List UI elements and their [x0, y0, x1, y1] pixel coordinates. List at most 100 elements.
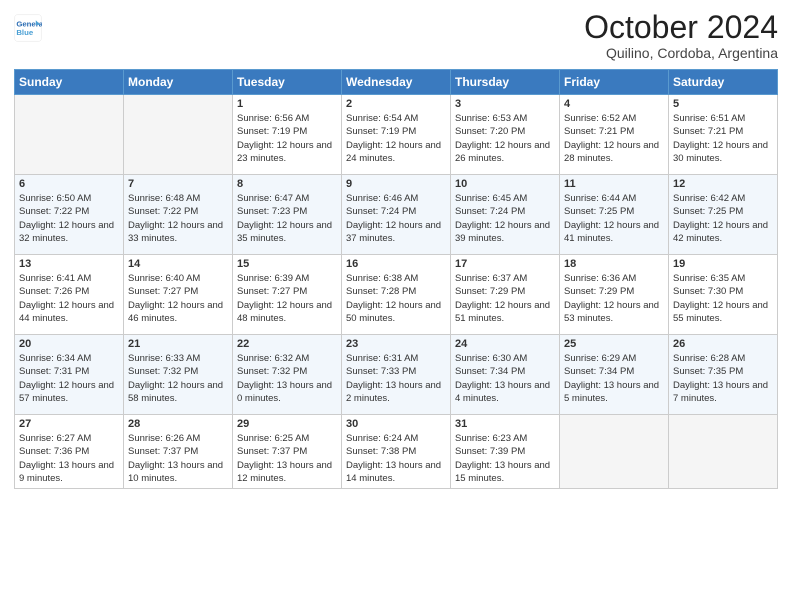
day-info: Sunrise: 6:51 AM Sunset: 7:21 PM Dayligh… — [673, 112, 773, 165]
calendar-header-row: SundayMondayTuesdayWednesdayThursdayFrid… — [15, 70, 778, 95]
day-number: 15 — [237, 258, 337, 270]
calendar-cell: 24 Sunrise: 6:30 AM Sunset: 7:34 PM Dayli… — [451, 335, 560, 415]
day-info: Sunrise: 6:35 AM Sunset: 7:30 PM Dayligh… — [673, 272, 773, 325]
day-number: 24 — [455, 338, 555, 350]
day-number: 30 — [346, 418, 446, 430]
day-number: 10 — [455, 178, 555, 190]
calendar-cell: 18Sunrise: 6:36 AM Sunset: 7:29 PM Dayli… — [560, 255, 669, 335]
day-number: 3 — [455, 98, 555, 110]
calendar-week-row: 6 Sunrise: 6:50 AM Sunset: 7:22 PM Daylig… — [15, 175, 778, 255]
day-info: Sunrise: 6:32 AM Sunset: 7:32 PM Dayligh… — [237, 352, 337, 405]
day-number: 27 — [19, 418, 119, 430]
calendar-cell: 27 Sunrise: 6:27 AM Sunset: 7:36 PM Dayli… — [15, 415, 124, 489]
day-info: Sunrise: 6:31 AM Sunset: 7:33 PM Dayligh… — [346, 352, 446, 405]
day-info: Sunrise: 6:40 AM Sunset: 7:27 PM Dayligh… — [128, 272, 228, 325]
day-info: Sunrise: 6:42 AM Sunset: 7:25 PM Dayligh… — [673, 192, 773, 245]
day-number: 16 — [346, 258, 446, 270]
calendar-cell: 6 Sunrise: 6:50 AM Sunset: 7:22 PM Daylig… — [15, 175, 124, 255]
day-info: Sunrise: 6:46 AM Sunset: 7:24 PM Dayligh… — [346, 192, 446, 245]
title-block: October 2024 Quilino, Cordoba, Argentina — [584, 10, 778, 61]
calendar-cell: 17 Sunrise: 6:37 AM Sunset: 7:29 PM Dayli… — [451, 255, 560, 335]
day-number: 14 — [128, 258, 228, 270]
day-info: Sunrise: 6:28 AM Sunset: 7:35 PM Dayligh… — [673, 352, 773, 405]
day-info: Sunrise: 6:26 AM Sunset: 7:37 PM Dayligh… — [128, 432, 228, 485]
calendar-cell: 20 Sunrise: 6:34 AM Sunset: 7:31 PM Dayli… — [15, 335, 124, 415]
day-info: Sunrise: 6:29 AM Sunset: 7:34 PM Dayligh… — [564, 352, 664, 405]
day-info: Sunrise: 6:44 AM Sunset: 7:25 PM Dayligh… — [564, 192, 664, 245]
day-info: Sunrise: 6:25 AM Sunset: 7:37 PM Dayligh… — [237, 432, 337, 485]
subtitle: Quilino, Cordoba, Argentina — [584, 45, 778, 61]
calendar-cell: 16Sunrise: 6:38 AM Sunset: 7:28 PM Dayli… — [342, 255, 451, 335]
calendar-week-row: 1 Sunrise: 6:56 AM Sunset: 7:19 PM Daylig… — [15, 95, 778, 175]
calendar-cell — [124, 95, 233, 175]
calendar-cell: 14 Sunrise: 6:40 AM Sunset: 7:27 PM Dayli… — [124, 255, 233, 335]
day-info: Sunrise: 6:37 AM Sunset: 7:29 PM Dayligh… — [455, 272, 555, 325]
day-info: Sunrise: 6:34 AM Sunset: 7:31 PM Dayligh… — [19, 352, 119, 405]
calendar-cell: 3Sunrise: 6:53 AM Sunset: 7:20 PM Daylig… — [451, 95, 560, 175]
calendar-cell: 23Sunrise: 6:31 AM Sunset: 7:33 PM Dayli… — [342, 335, 451, 415]
day-number: 9 — [346, 178, 446, 190]
page: General Blue October 2024 Quilino, Cordo… — [0, 0, 792, 612]
day-info: Sunrise: 6:56 AM Sunset: 7:19 PM Dayligh… — [237, 112, 337, 165]
calendar-table: SundayMondayTuesdayWednesdayThursdayFrid… — [14, 69, 778, 489]
calendar-cell: 13 Sunrise: 6:41 AM Sunset: 7:26 PM Dayli… — [15, 255, 124, 335]
day-number: 2 — [346, 98, 446, 110]
day-info: Sunrise: 6:41 AM Sunset: 7:26 PM Dayligh… — [19, 272, 119, 325]
weekday-header: Saturday — [669, 70, 778, 95]
day-number: 17 — [455, 258, 555, 270]
calendar-cell: 28Sunrise: 6:26 AM Sunset: 7:37 PM Dayli… — [124, 415, 233, 489]
calendar-cell: 15 Sunrise: 6:39 AM Sunset: 7:27 PM Dayli… — [233, 255, 342, 335]
calendar-cell: 1 Sunrise: 6:56 AM Sunset: 7:19 PM Daylig… — [233, 95, 342, 175]
day-info: Sunrise: 6:50 AM Sunset: 7:22 PM Dayligh… — [19, 192, 119, 245]
day-number: 1 — [237, 98, 337, 110]
day-number: 31 — [455, 418, 555, 430]
calendar-cell: 22 Sunrise: 6:32 AM Sunset: 7:32 PM Dayli… — [233, 335, 342, 415]
day-number: 5 — [673, 98, 773, 110]
calendar-cell: 9 Sunrise: 6:46 AM Sunset: 7:24 PM Daylig… — [342, 175, 451, 255]
calendar-week-row: 27 Sunrise: 6:27 AM Sunset: 7:36 PM Dayli… — [15, 415, 778, 489]
calendar-cell: 2Sunrise: 6:54 AM Sunset: 7:19 PM Daylig… — [342, 95, 451, 175]
day-info: Sunrise: 6:27 AM Sunset: 7:36 PM Dayligh… — [19, 432, 119, 485]
day-number: 11 — [564, 178, 664, 190]
day-number: 19 — [673, 258, 773, 270]
day-number: 12 — [673, 178, 773, 190]
day-info: Sunrise: 6:24 AM Sunset: 7:38 PM Dayligh… — [346, 432, 446, 485]
day-number: 26 — [673, 338, 773, 350]
calendar-cell: 31 Sunrise: 6:23 AM Sunset: 7:39 PM Dayli… — [451, 415, 560, 489]
calendar-cell: 8Sunrise: 6:47 AM Sunset: 7:23 PM Daylig… — [233, 175, 342, 255]
calendar-cell: 5 Sunrise: 6:51 AM Sunset: 7:21 PM Daylig… — [669, 95, 778, 175]
calendar-cell: 4 Sunrise: 6:52 AM Sunset: 7:21 PM Daylig… — [560, 95, 669, 175]
day-number: 21 — [128, 338, 228, 350]
logo-icon: General Blue — [14, 14, 42, 42]
calendar-cell — [15, 95, 124, 175]
day-info: Sunrise: 6:39 AM Sunset: 7:27 PM Dayligh… — [237, 272, 337, 325]
calendar-cell — [669, 415, 778, 489]
calendar-cell: 29Sunrise: 6:25 AM Sunset: 7:37 PM Dayli… — [233, 415, 342, 489]
day-number: 13 — [19, 258, 119, 270]
day-number: 6 — [19, 178, 119, 190]
day-info: Sunrise: 6:30 AM Sunset: 7:34 PM Dayligh… — [455, 352, 555, 405]
day-number: 4 — [564, 98, 664, 110]
calendar-cell — [560, 415, 669, 489]
day-info: Sunrise: 6:52 AM Sunset: 7:21 PM Dayligh… — [564, 112, 664, 165]
day-number: 20 — [19, 338, 119, 350]
day-info: Sunrise: 6:36 AM Sunset: 7:29 PM Dayligh… — [564, 272, 664, 325]
calendar-cell: 7Sunrise: 6:48 AM Sunset: 7:22 PM Daylig… — [124, 175, 233, 255]
calendar-cell: 25Sunrise: 6:29 AM Sunset: 7:34 PM Dayli… — [560, 335, 669, 415]
day-number: 22 — [237, 338, 337, 350]
calendar-cell: 11 Sunrise: 6:44 AM Sunset: 7:25 PM Dayli… — [560, 175, 669, 255]
weekday-header: Sunday — [15, 70, 124, 95]
calendar-cell: 21Sunrise: 6:33 AM Sunset: 7:32 PM Dayli… — [124, 335, 233, 415]
day-number: 8 — [237, 178, 337, 190]
weekday-header: Tuesday — [233, 70, 342, 95]
calendar-week-row: 20 Sunrise: 6:34 AM Sunset: 7:31 PM Dayli… — [15, 335, 778, 415]
day-info: Sunrise: 6:23 AM Sunset: 7:39 PM Dayligh… — [455, 432, 555, 485]
day-info: Sunrise: 6:48 AM Sunset: 7:22 PM Dayligh… — [128, 192, 228, 245]
logo: General Blue — [14, 14, 42, 42]
calendar-cell: 26 Sunrise: 6:28 AM Sunset: 7:35 PM Dayli… — [669, 335, 778, 415]
weekday-header: Thursday — [451, 70, 560, 95]
calendar-cell: 30 Sunrise: 6:24 AM Sunset: 7:38 PM Dayli… — [342, 415, 451, 489]
weekday-header: Wednesday — [342, 70, 451, 95]
page-title: October 2024 — [584, 10, 778, 45]
calendar-cell: 19 Sunrise: 6:35 AM Sunset: 7:30 PM Dayli… — [669, 255, 778, 335]
